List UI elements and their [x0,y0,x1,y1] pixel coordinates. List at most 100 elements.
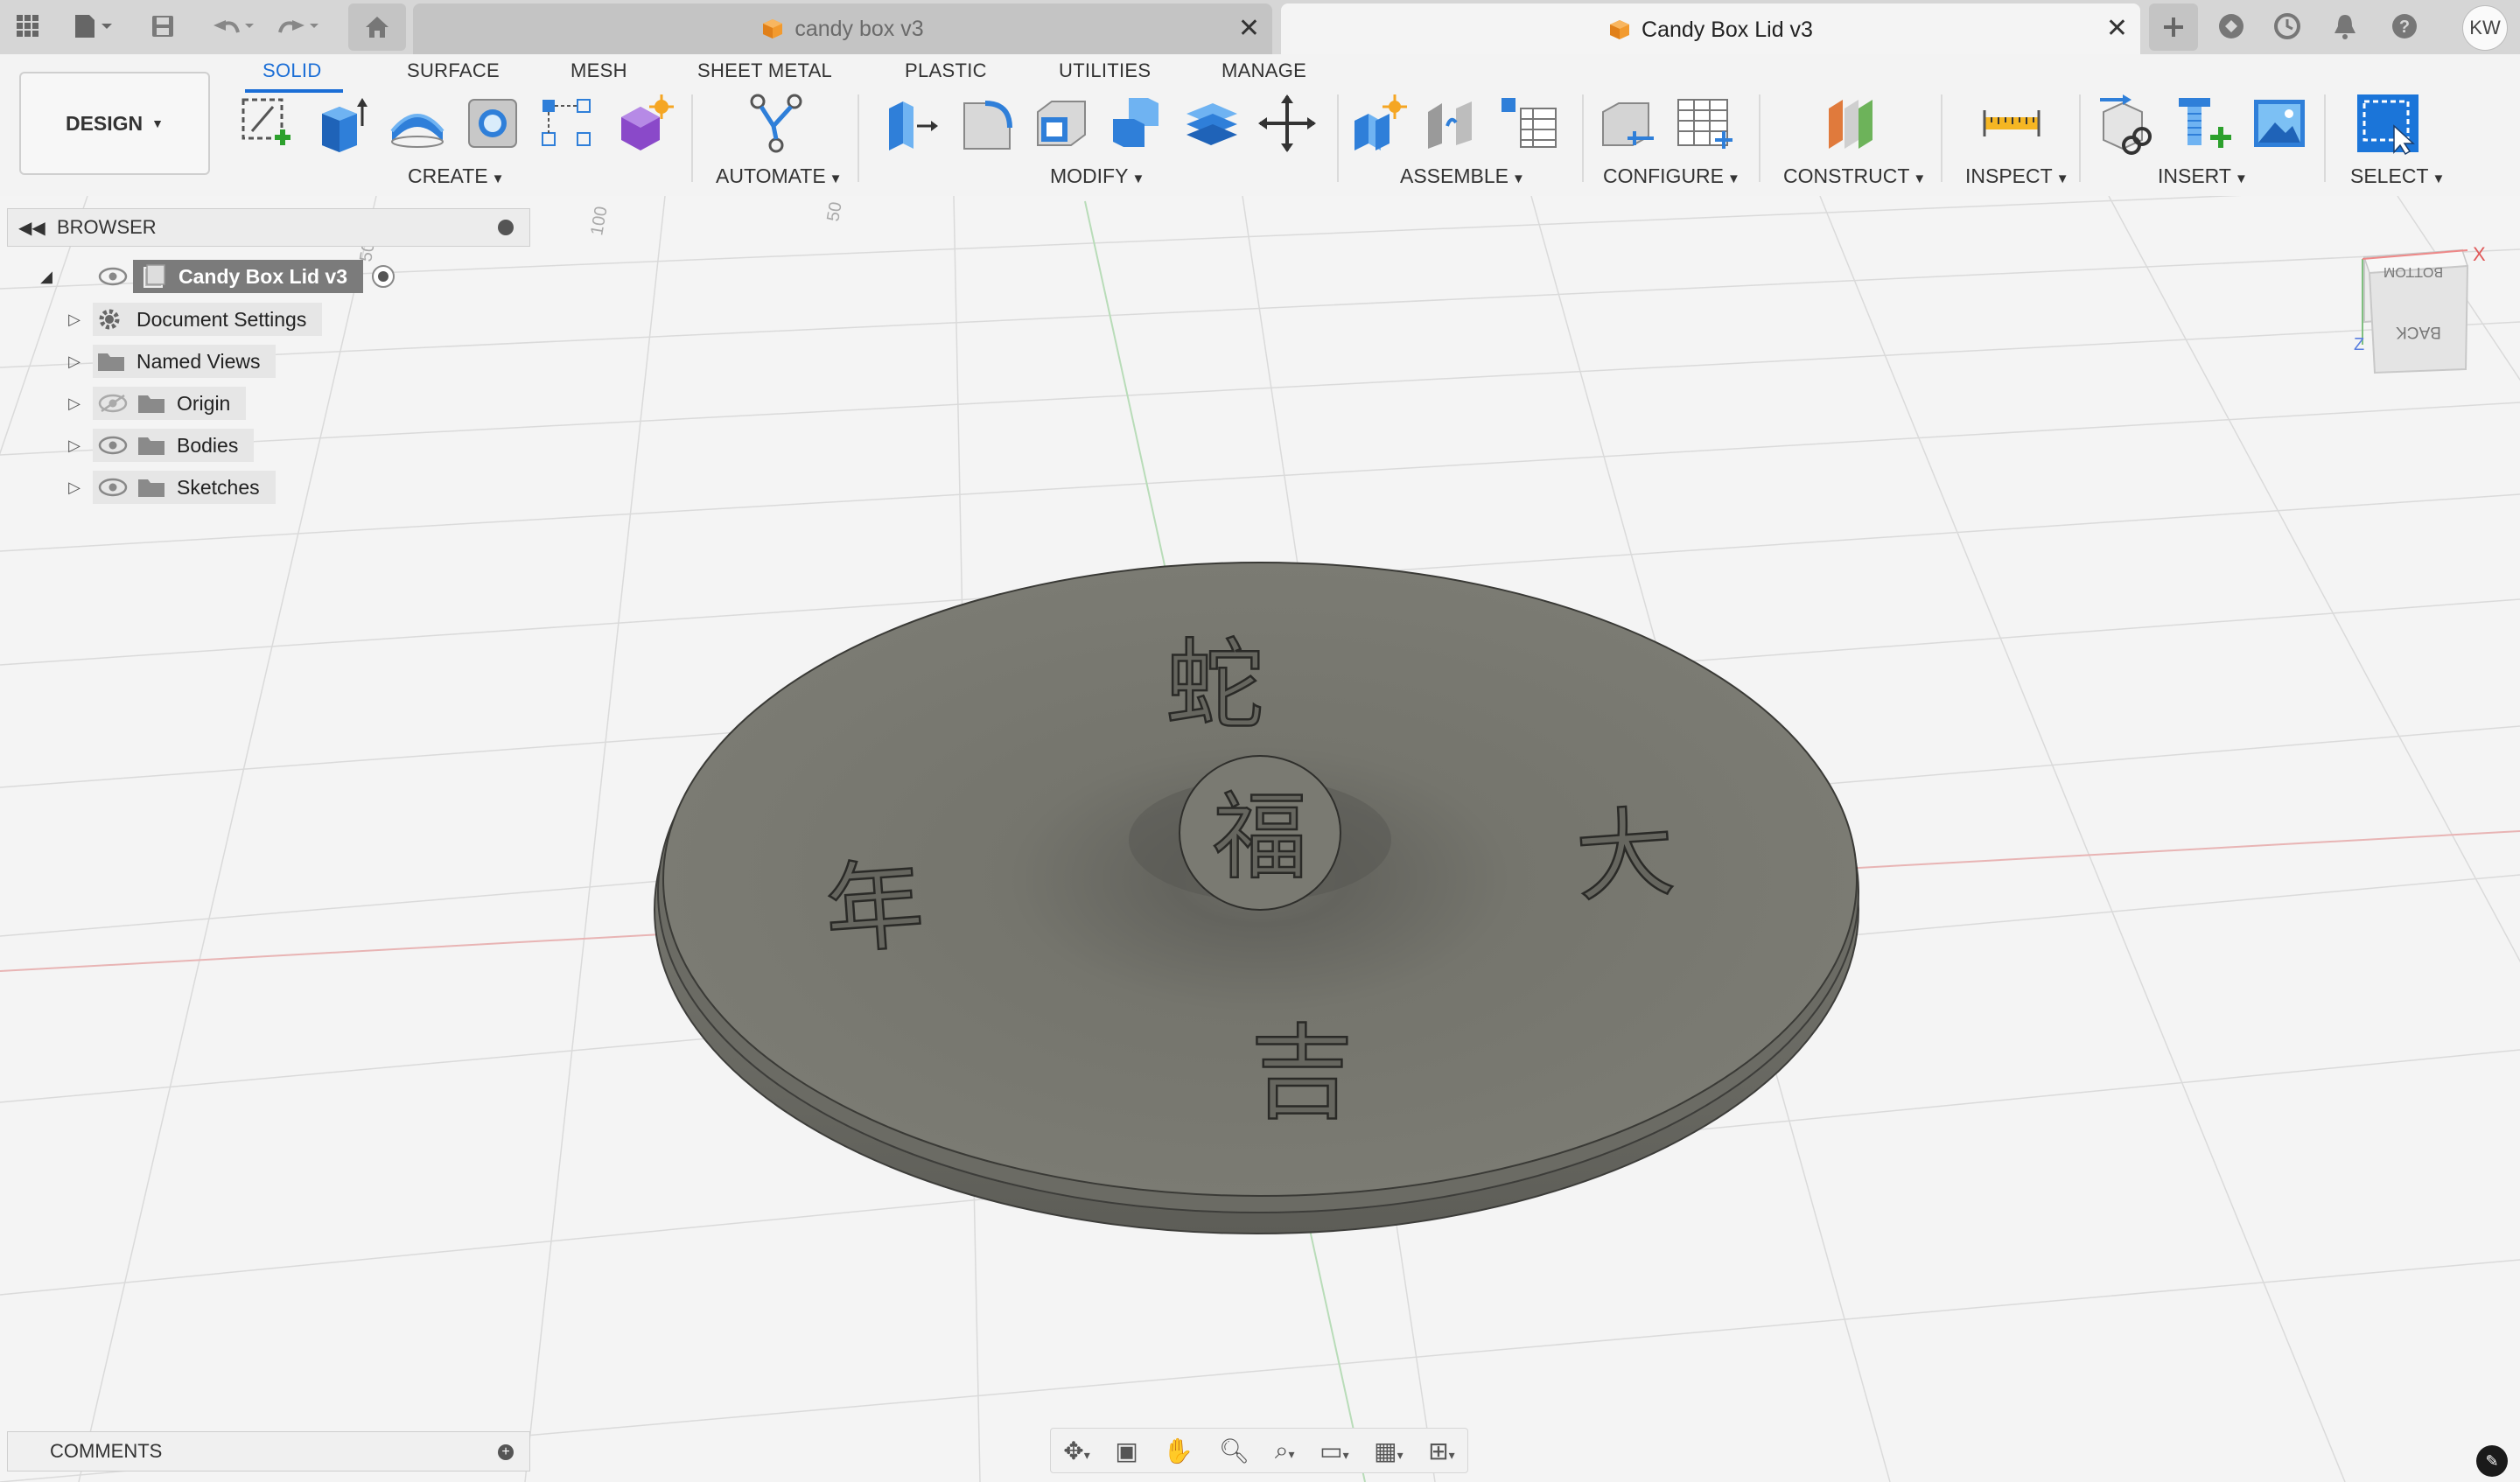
configure-group-label[interactable]: CONFIGURE ▼ [1603,164,1740,188]
offset-plane-icon[interactable] [1818,91,1883,156]
extrude-icon[interactable] [310,91,374,156]
design-viewport[interactable]: 100 50 50 蛇 福 年 大 吉 [0,196,2520,1482]
visibility-hidden-icon[interactable] [98,394,128,413]
collapse-triangle-icon[interactable]: ◢ [33,268,60,286]
configuration-table-icon[interactable] [1671,91,1736,156]
visibility-eye-icon[interactable] [98,436,128,455]
modify-group-label[interactable]: MODIFY ▼ [1050,164,1144,188]
expand-triangle-icon[interactable]: ▷ [61,311,88,329]
measure-icon[interactable] [1979,91,2044,156]
comments-panel[interactable]: COMMENTS + [7,1431,530,1472]
browser-item-label: Named Views [136,349,261,373]
select-icon[interactable] [2356,91,2420,156]
close-tab-icon[interactable]: ✕ [1238,16,1260,42]
new-component-icon[interactable] [1346,91,1410,156]
insert-derive-icon[interactable] [2096,91,2161,156]
create-group-label[interactable]: CREATE ▼ [408,164,504,188]
file-icon[interactable] [70,7,122,45]
folder-icon [98,353,124,371]
browser-item-sketches[interactable]: ▷ Sketches [61,470,276,505]
expand-triangle-icon[interactable]: ▷ [61,353,88,371]
expand-triangle-icon[interactable]: ▷ [61,437,88,455]
gear-icon [99,309,120,330]
construct-group-label[interactable]: CONSTRUCT ▼ [1783,164,1926,188]
fit-icon[interactable]: ⌕▾ [1275,1437,1295,1465]
expand-triangle-icon[interactable]: ▷ [61,479,88,497]
folder-icon [138,437,164,455]
user-avatar[interactable]: KW [2462,5,2508,51]
home-icon[interactable] [348,3,406,51]
tab-candy-box[interactable]: candy box v3 ✕ [413,3,1272,54]
expand-triangle-icon[interactable]: ▷ [61,395,88,413]
undo-icon[interactable] [206,7,259,45]
visibility-eye-icon[interactable] [98,267,128,286]
move-icon[interactable] [1255,91,1320,156]
automate-icon[interactable] [744,91,808,156]
bill-of-materials-icon[interactable] [1496,91,1561,156]
app-grid-icon[interactable] [12,7,44,45]
look-at-icon[interactable]: ▣ [1115,1437,1138,1465]
close-tab-icon[interactable]: ✕ [2106,16,2128,42]
configure-icon[interactable] [1596,91,1661,156]
orbit-icon[interactable]: ✥▾ [1063,1437,1090,1465]
hole-icon[interactable] [460,91,525,156]
grid-settings-icon[interactable]: ▦▾ [1374,1437,1404,1465]
viewports-icon[interactable]: ⊞▾ [1428,1437,1455,1465]
help-icon[interactable]: ? [2387,7,2422,45]
joint-icon[interactable] [1421,91,1486,156]
save-icon[interactable] [147,7,178,45]
tab-utilities[interactable]: UTILITIES [1059,59,1151,82]
insert-group-label[interactable]: INSERT ▼ [2158,164,2248,188]
job-status-icon[interactable] [2270,7,2305,45]
automate-group-label[interactable]: AUTOMATE ▼ [716,164,843,188]
tab-surface[interactable]: SURFACE [407,59,500,82]
display-settings-icon[interactable]: ▭▾ [1320,1437,1349,1465]
tab-manage[interactable]: MANAGE [1222,59,1306,82]
zoom-icon[interactable]: 🔍︎ [1219,1437,1250,1465]
browser-panel-header[interactable]: ◀◀ BROWSER [7,208,530,247]
tab-solid[interactable]: SOLID [262,59,322,82]
notifications-icon[interactable] [2328,7,2362,45]
combine-icon[interactable] [1104,91,1169,156]
assemble-group-label[interactable]: ASSEMBLE ▼ [1400,164,1525,188]
inspect-group-label[interactable]: INSPECT ▼ [1965,164,2069,188]
create-form-icon[interactable] [611,91,676,156]
collapse-panel-icon[interactable]: ◀◀ [18,217,46,239]
viewcube-face-back[interactable]: BACK [2396,323,2441,341]
tab-mesh[interactable]: MESH [570,59,627,82]
new-tab-icon[interactable] [2149,3,2198,51]
divider [1941,94,1942,182]
tab-sheet-metal[interactable]: SHEET METAL [697,59,832,82]
feedback-icon[interactable]: ✎ [2476,1445,2508,1477]
browser-item-bodies[interactable]: ▷ Bodies [61,428,255,463]
insert-canvas-icon[interactable] [2247,91,2312,156]
panel-pin-icon[interactable] [498,220,514,235]
insert-mcmaster-icon[interactable] [2172,91,2236,156]
pattern-icon[interactable] [536,91,600,156]
extensions-icon[interactable] [2214,7,2249,45]
shell-icon[interactable] [1029,91,1094,156]
viewcube-face-bottom[interactable]: BOTTOM [2384,264,2443,279]
viewcube[interactable]: BOTTOM BACK X Z [2354,241,2502,381]
tab-candy-box-lid[interactable]: Candy Box Lid v3 ✕ [1281,3,2140,56]
browser-item-label: Bodies [177,433,239,457]
offset-face-icon[interactable] [1180,91,1244,156]
pan-icon[interactable]: ✋ [1163,1437,1194,1465]
browser-root-node[interactable]: ◢ Candy Box Lid v3 [33,259,396,294]
add-comment-icon[interactable]: + [498,1444,514,1460]
create-sketch-icon[interactable] [234,91,299,156]
fillet-icon[interactable] [954,91,1018,156]
browser-item-label: Sketches [177,475,260,499]
tab-plastic[interactable]: PLASTIC [905,59,987,82]
visibility-eye-icon[interactable] [98,478,128,497]
press-pull-icon[interactable] [878,91,943,156]
revolve-icon[interactable] [385,91,450,156]
browser-item-named-views[interactable]: ▷ Named Views [61,344,276,379]
browser-item-origin[interactable]: ▷ Origin [61,386,247,421]
browser-item-document-settings[interactable]: ▷ Document Settings [61,302,323,337]
activate-radio-icon[interactable] [370,263,396,290]
redo-icon[interactable] [271,7,324,45]
select-group-label[interactable]: SELECT ▼ [2350,164,2445,188]
ribbon-toolbar: DESIGN ▼ SOLID SURFACE MESH SHEET METAL … [0,54,2520,197]
workspace-dropdown[interactable]: DESIGN ▼ [19,72,210,175]
